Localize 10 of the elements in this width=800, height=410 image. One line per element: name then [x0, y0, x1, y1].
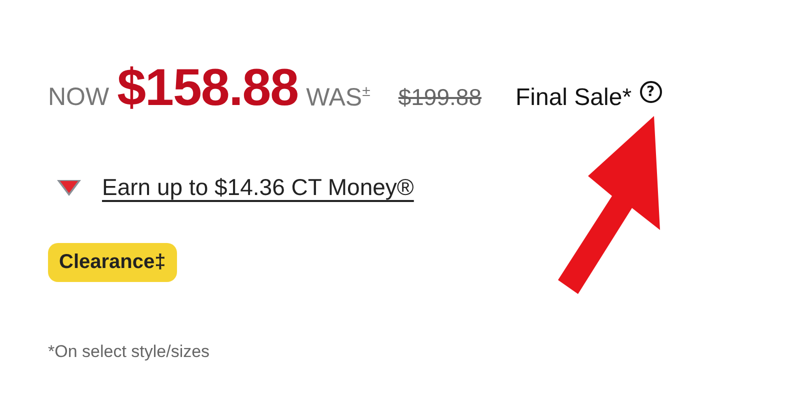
sale-price: $158.88 — [117, 58, 298, 118]
footnote: *On select style/sizes — [48, 342, 211, 362]
triangle-logo-icon — [56, 178, 82, 196]
rewards-link[interactable]: Earn up to $14.36 CT Money® — [102, 174, 414, 201]
now-label: NOW — [48, 83, 110, 112]
final-sale-label: Final Sale* — [515, 84, 632, 112]
original-price: $199.88 — [398, 84, 482, 111]
help-icon[interactable]: ? — [640, 81, 662, 103]
clearance-badge: Clearance‡ — [48, 243, 177, 282]
was-label: WAS$^{±}$ — [306, 82, 370, 112]
